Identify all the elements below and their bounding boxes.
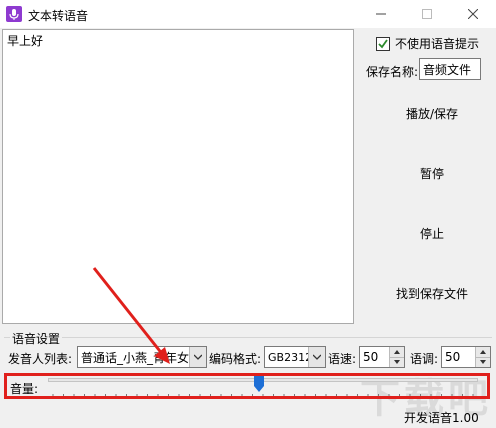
annotation-arrow <box>92 267 170 364</box>
